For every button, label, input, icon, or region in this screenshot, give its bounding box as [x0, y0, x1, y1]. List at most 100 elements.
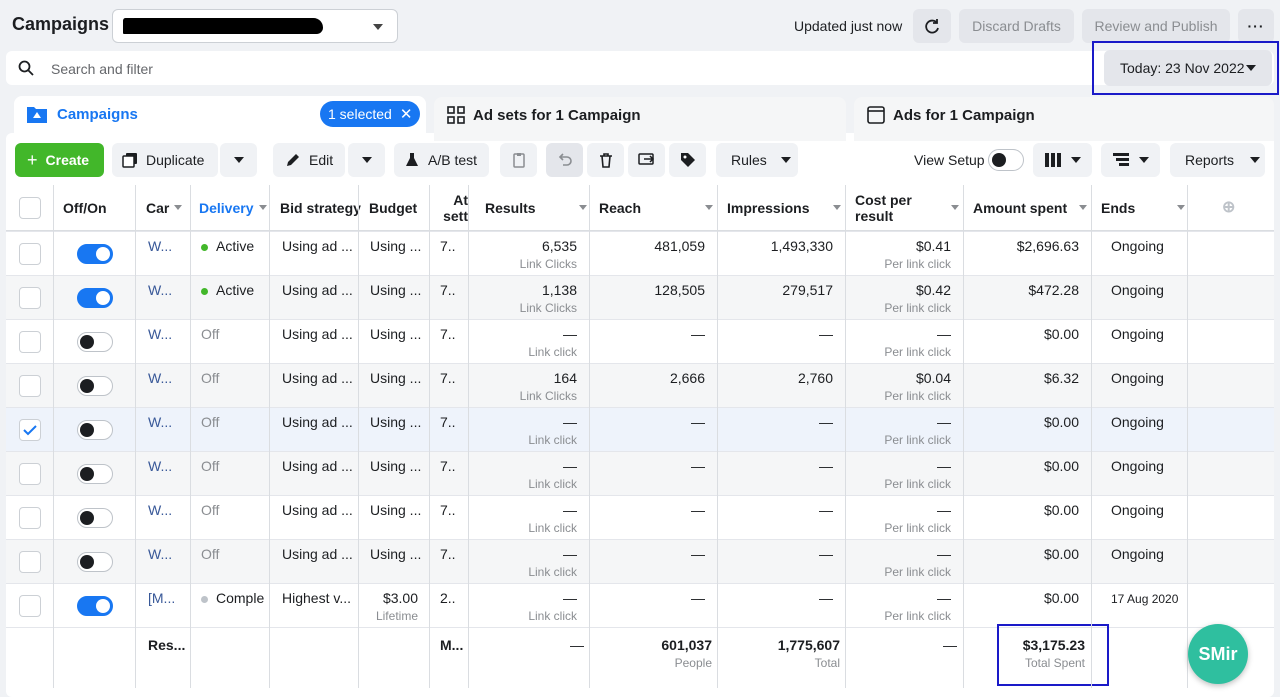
col-cost-per-result[interactable]: Cost per result: [855, 185, 967, 231]
reports-button[interactable]: Reports: [1170, 143, 1265, 177]
campaign-name-link[interactable]: W...: [148, 414, 172, 430]
col-impressions[interactable]: Impressions: [727, 185, 849, 231]
bid-strategy: Using ad ...: [282, 546, 353, 562]
view-setup-label: View Setup: [914, 152, 985, 168]
col-ends[interactable]: Ends: [1101, 185, 1193, 231]
pencil-icon: [287, 154, 299, 166]
col-off-on[interactable]: Off/On: [63, 185, 143, 231]
row-checkbox[interactable]: [19, 243, 41, 265]
add-column-icon[interactable]: ⊕: [1222, 185, 1246, 231]
search-input[interactable]: Search and filter: [51, 61, 153, 77]
edit-button[interactable]: Edit: [273, 143, 345, 177]
row-checkbox[interactable]: [19, 463, 41, 485]
ends: Ongoing: [1111, 546, 1164, 562]
campaign-name-link[interactable]: W...: [148, 326, 172, 342]
col-attribution-line2: sett: [443, 208, 468, 224]
col-reach[interactable]: Reach: [599, 185, 721, 231]
col-reach-label: Reach: [599, 200, 642, 216]
chevron-down-icon: [233, 157, 244, 163]
ends: Ongoing: [1111, 238, 1164, 254]
date-range-picker[interactable]: Today: 23 Nov 2022: [1104, 50, 1272, 86]
campaign-name-link[interactable]: W...: [148, 238, 172, 254]
campaign-toggle[interactable]: [77, 552, 113, 572]
row-checkbox[interactable]: [19, 287, 41, 309]
campaign-name-link[interactable]: W...: [148, 502, 172, 518]
select-all-checkbox[interactable]: [19, 197, 41, 219]
view-setup-toggle[interactable]: [988, 149, 1024, 171]
tag-button[interactable]: [669, 143, 706, 177]
ab-test-button[interactable]: A/B test: [394, 143, 489, 177]
impressions: 279,517: [782, 282, 833, 298]
duplicate-button[interactable]: Duplicate: [112, 143, 218, 177]
campaign-name-link[interactable]: W...: [148, 370, 172, 386]
row-checkbox[interactable]: [19, 419, 41, 441]
campaign-toggle[interactable]: [77, 244, 113, 264]
amount-spent: $6.32: [1043, 370, 1079, 386]
more-options-button[interactable]: ···: [1238, 9, 1274, 43]
tab-campaigns[interactable]: Campaigns 1 selected ✕: [14, 96, 426, 140]
search-bar[interactable]: Search and filter: [6, 51, 1274, 85]
undo-icon: [558, 153, 572, 166]
campaign-name-link[interactable]: W...: [148, 282, 172, 298]
campaign-toggle[interactable]: [77, 332, 113, 352]
table-row[interactable]: [M... Comple Highest v... $3.00 Lifetime 2.. —…: [6, 583, 1274, 627]
export-button[interactable]: [628, 143, 665, 177]
row-checkbox[interactable]: [19, 551, 41, 573]
columns-button[interactable]: [1033, 143, 1092, 177]
column-divider: [589, 185, 590, 688]
discard-drafts-button[interactable]: Discard Drafts: [959, 9, 1074, 43]
campaign-toggle[interactable]: [77, 376, 113, 396]
row-checkbox[interactable]: [19, 507, 41, 529]
campaign-name-link[interactable]: W...: [148, 458, 172, 474]
selected-count-pill[interactable]: 1 selected ✕: [320, 101, 421, 127]
table-row[interactable]: W... Off Using ad ... Using ... 7.. — Link cli…: [6, 495, 1274, 539]
tab-ad-sets[interactable]: Ad sets for 1 Campaign: [434, 97, 846, 141]
row-checkbox[interactable]: [19, 331, 41, 353]
account-selector[interactable]: [112, 9, 398, 43]
campaign-toggle[interactable]: [77, 508, 113, 528]
review-publish-button[interactable]: Review and Publish: [1082, 9, 1230, 43]
col-results[interactable]: Results: [485, 185, 595, 231]
campaign-name-link[interactable]: [M...: [148, 590, 175, 606]
cost-per-result: —: [937, 502, 951, 518]
col-campaign[interactable]: Car: [146, 185, 190, 231]
campaign-toggle[interactable]: [77, 420, 113, 440]
cost-per-result: —: [937, 414, 951, 430]
col-amount-spent[interactable]: Amount spent: [973, 185, 1095, 231]
delete-button[interactable]: [587, 143, 624, 177]
refresh-button[interactable]: [913, 9, 951, 43]
table-row[interactable]: W... Off Using ad ... Using ... 7.. — Link cli…: [6, 451, 1274, 495]
close-icon[interactable]: ✕: [400, 105, 413, 123]
rules-button[interactable]: Rules: [716, 143, 798, 177]
delivery-status: Off: [201, 414, 219, 430]
create-button[interactable]: + Create: [15, 143, 104, 177]
campaign-name-link[interactable]: W...: [148, 546, 172, 562]
table-row[interactable]: W... Off Using ad ... Using ... 7.. 164 Link C…: [6, 363, 1274, 407]
table-row[interactable]: W... Active Using ad ... Using ... 7.. 6,535 L…: [6, 231, 1274, 275]
campaign-toggle[interactable]: [77, 464, 113, 484]
campaign-toggle[interactable]: [77, 596, 113, 616]
clipboard-icon: [512, 153, 525, 168]
col-budget[interactable]: Budget: [369, 185, 435, 231]
col-delivery[interactable]: Delivery: [199, 185, 275, 231]
table-row[interactable]: W... Active Using ad ... Using ... 7.. 1,138 L…: [6, 275, 1274, 319]
undo-button[interactable]: [546, 143, 583, 177]
row-checkbox[interactable]: [19, 595, 41, 617]
table-row[interactable]: W... Off Using ad ... Using ... 7.. — Link cli…: [6, 319, 1274, 363]
table-row[interactable]: W... Off Using ad ... Using ... 7.. — Link cli…: [6, 539, 1274, 583]
col-bid-strategy[interactable]: Bid strategy: [280, 185, 362, 231]
totals-amount-spent-sub: Total Spent: [1024, 656, 1085, 670]
edit-dropdown[interactable]: [348, 143, 385, 177]
attribution: 7..: [440, 238, 456, 254]
table-row[interactable]: W... Off Using ad ... Using ... 7.. — Link cli…: [6, 407, 1274, 451]
campaign-toggle[interactable]: [77, 288, 113, 308]
toggle-knob: [96, 291, 110, 305]
duplicate-dropdown[interactable]: [220, 143, 257, 177]
cost-per-result-sub: Per link click: [884, 609, 951, 623]
tab-ads[interactable]: Ads for 1 Campaign: [854, 97, 1274, 141]
chevron-down-icon: [1250, 157, 1261, 163]
breakdown-button[interactable]: [1101, 143, 1160, 177]
column-divider: [53, 185, 54, 688]
clipboard-button[interactable]: [500, 143, 537, 177]
row-checkbox[interactable]: [19, 375, 41, 397]
